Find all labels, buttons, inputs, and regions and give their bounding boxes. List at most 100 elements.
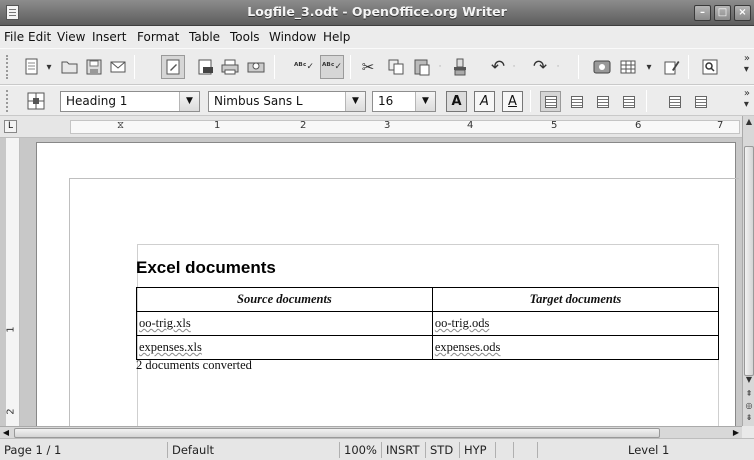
status-zoom[interactable]: 100% (340, 442, 382, 458)
horizontal-scrollbar[interactable]: ◀ ▶ (0, 426, 742, 438)
vertical-scrollbar[interactable]: ▲ ▼ ⇞ ◎ ⇟ (742, 116, 754, 426)
clone-formatting-icon[interactable] (448, 55, 472, 79)
ruler-mark: 7 (717, 120, 724, 131)
status-hyphenation[interactable]: HYP (460, 442, 496, 458)
paste-icon[interactable] (410, 55, 434, 79)
menu-view[interactable]: View (57, 30, 85, 44)
spellcheck-icon[interactable]: ᴬᴮᶜ✓ (292, 55, 316, 79)
ruler-indent-marker[interactable]: ⧖ (117, 120, 124, 131)
table-header[interactable]: Target documents (431, 287, 720, 312)
paste-dropdown-icon[interactable]: · (434, 55, 446, 79)
edit-file-icon[interactable] (161, 55, 185, 79)
redo-dropdown-icon[interactable]: · (552, 55, 564, 79)
toolbar-overflow-icon[interactable]: » ▾ (744, 53, 750, 75)
undo-icon[interactable]: ↶ (486, 55, 510, 79)
italic-button[interactable]: A (474, 91, 495, 112)
table-header[interactable]: Source documents (136, 287, 433, 312)
maximize-button[interactable]: □ (714, 5, 731, 21)
minimize-button[interactable]: – (694, 5, 711, 21)
undo-dropdown-icon[interactable]: · (508, 55, 520, 79)
cut-icon[interactable]: ✂ (356, 55, 380, 79)
menu-edit[interactable]: Edit (28, 30, 51, 44)
status-bar: Page 1 / 1 Default 100% INSRT STD HYP Le… (0, 438, 754, 460)
status-insert-mode[interactable]: INSRT (382, 442, 426, 458)
window-title: Logfile_3.odt - OpenOffice.org Writer (247, 4, 507, 19)
status-page-style[interactable]: Default (168, 442, 340, 458)
vertical-ruler[interactable]: 1 2 (6, 138, 20, 426)
justify-button[interactable] (618, 91, 639, 112)
table-cell[interactable]: expenses.xls (136, 335, 433, 360)
horizontal-scroll-thumb[interactable] (14, 428, 660, 438)
horizontal-ruler-row: L ⧖ 1 2 3 4 5 6 7 (0, 116, 754, 138)
align-center-icon (570, 95, 583, 108)
ruler-mark: 2 (300, 120, 307, 131)
navigation-icon[interactable]: ◎ (743, 400, 754, 412)
toolbar-grip[interactable] (6, 55, 10, 79)
chevron-down-icon[interactable]: ▼ (415, 92, 435, 111)
paragraph-style-value: Heading 1 (66, 94, 128, 108)
close-button[interactable]: × (734, 5, 751, 21)
toolbar-separator (646, 90, 647, 112)
tab-stop-selector[interactable]: L (4, 120, 17, 133)
table-cell[interactable]: oo-trig.xls (136, 311, 433, 336)
horizontal-ruler[interactable]: ⧖ 1 2 3 4 5 6 7 (70, 120, 740, 134)
paragraph-style-select[interactable]: Heading 1 ▼ (60, 91, 200, 112)
status-digital-signature[interactable] (514, 442, 538, 458)
status-page[interactable]: Page 1 / 1 (0, 442, 168, 458)
copy-icon[interactable] (384, 55, 408, 79)
redo-icon[interactable]: ↷ (528, 55, 552, 79)
styles-formatting-icon[interactable] (24, 89, 48, 113)
page-preview-icon[interactable] (244, 55, 268, 79)
save-icon[interactable] (82, 55, 106, 79)
menu-insert[interactable]: Insert (92, 30, 126, 44)
menu-table[interactable]: Table (189, 30, 220, 44)
autospellcheck-icon[interactable]: ᴬᴮᶜ✓ (320, 55, 344, 79)
chevron-down-icon[interactable]: ▼ (179, 92, 199, 111)
align-right-button[interactable] (592, 91, 613, 112)
status-document-modified[interactable] (496, 442, 514, 458)
scroll-down-icon[interactable]: ▼ (743, 374, 754, 386)
conversion-table[interactable]: Source documents Target documents oo-tri… (136, 287, 720, 360)
document-page[interactable] (36, 142, 739, 426)
email-icon[interactable] (106, 55, 130, 79)
navigator-icon[interactable] (590, 55, 614, 79)
table-dropdown-icon[interactable]: ▾ (642, 55, 656, 79)
menu-tools[interactable]: Tools (230, 30, 260, 44)
new-dropdown-icon[interactable]: ▾ (42, 55, 56, 79)
draw-functions-icon[interactable] (660, 55, 684, 79)
zoom-icon[interactable] (698, 55, 722, 79)
conversion-summary[interactable]: 2 documents converted (136, 358, 252, 373)
underline-button[interactable]: A (502, 91, 523, 112)
new-document-icon[interactable] (20, 55, 44, 79)
menu-window[interactable]: Window (269, 30, 316, 44)
menu-file[interactable]: File (4, 30, 24, 44)
toolbar-grip[interactable] (6, 90, 10, 112)
menu-help[interactable]: Help (323, 30, 350, 44)
document-heading[interactable]: Excel documents (136, 258, 276, 278)
chevron-down-icon[interactable]: ▼ (345, 92, 365, 111)
scroll-up-icon[interactable]: ▲ (743, 116, 754, 128)
toolbar-overflow-icon[interactable]: » ▾ (744, 88, 750, 110)
numbering-button[interactable] (664, 91, 685, 112)
print-icon[interactable] (218, 55, 242, 79)
previous-page-icon[interactable]: ⇞ (743, 388, 754, 400)
menu-bar: File Edit View Insert Format Table Tools… (0, 26, 754, 48)
table-icon[interactable] (616, 55, 640, 79)
open-folder-icon[interactable] (58, 55, 82, 79)
next-page-icon[interactable]: ⇟ (743, 412, 754, 424)
export-pdf-icon[interactable] (194, 55, 218, 79)
align-left-button[interactable] (540, 91, 561, 112)
bullets-button[interactable] (690, 91, 711, 112)
table-cell[interactable]: expenses.ods (431, 335, 720, 360)
align-center-button[interactable] (566, 91, 587, 112)
font-size-select[interactable]: 16 ▼ (372, 91, 436, 112)
font-name-select[interactable]: Nimbus Sans L ▼ (208, 91, 366, 112)
table-cell[interactable]: oo-trig.ods (431, 311, 720, 336)
vertical-scroll-thumb[interactable] (744, 146, 754, 376)
toolbar-separator (134, 55, 135, 79)
menu-format[interactable]: Format (137, 30, 179, 44)
bold-button[interactable]: A (446, 91, 467, 112)
status-selection-mode[interactable]: STD (426, 442, 460, 458)
ruler-mark: 3 (384, 120, 391, 131)
font-name-value: Nimbus Sans L (214, 94, 303, 108)
